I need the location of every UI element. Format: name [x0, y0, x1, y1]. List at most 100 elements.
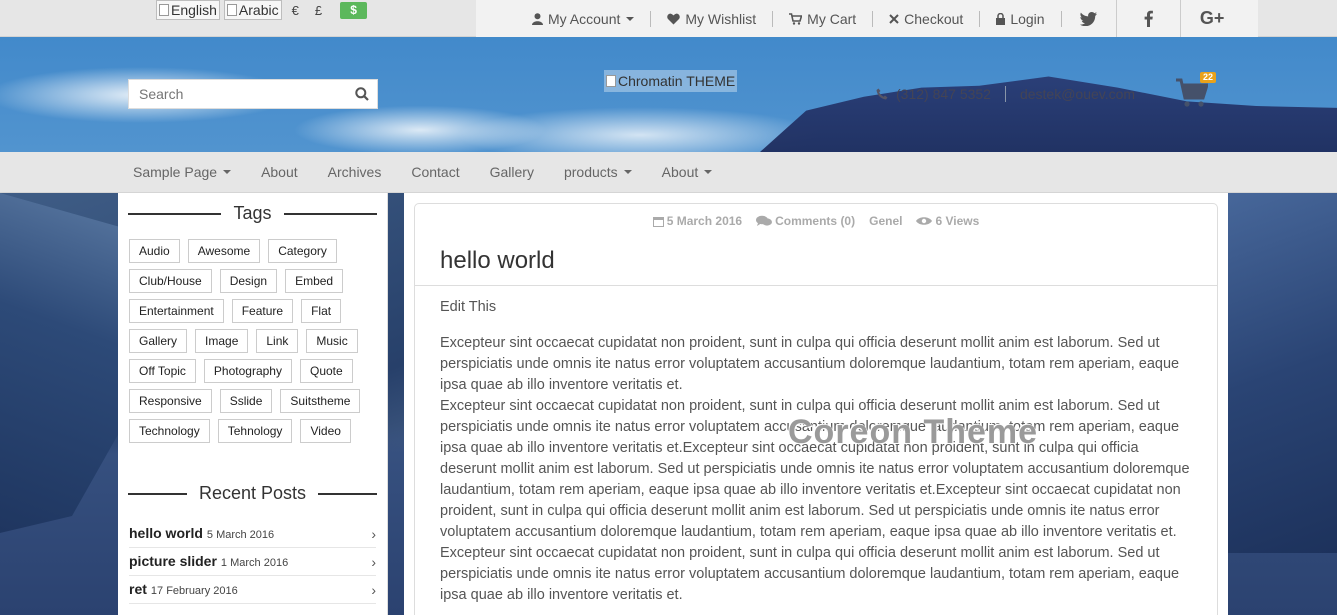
twitter-icon	[1080, 11, 1098, 26]
nav-item-archives[interactable]: Archives	[313, 164, 397, 180]
tag-link[interactable]: Design	[219, 269, 278, 293]
tag-link[interactable]: Off Topic	[129, 359, 196, 383]
tag-link[interactable]: Technology	[129, 419, 210, 443]
search-icon	[355, 87, 369, 101]
recent-post-date: 5 March 2016	[206, 528, 275, 541]
phone-icon	[876, 88, 888, 100]
tag-link[interactable]: Category	[268, 239, 337, 263]
currency-dollar-button[interactable]: $	[340, 1, 368, 19]
recent-posts-title: Recent Posts	[198, 483, 307, 503]
recent-post-item[interactable]: hello world 5 March 2016 ›	[129, 520, 376, 548]
language-english-link[interactable]: English	[156, 0, 220, 20]
broken-image-icon	[226, 4, 237, 16]
currency-pound-link[interactable]: £	[315, 3, 322, 18]
tag-link[interactable]: Image	[195, 329, 249, 353]
chevron-right-icon: ›	[371, 553, 376, 570]
language-arabic-link[interactable]: Arabic	[223, 0, 282, 20]
tag-link[interactable]: Photography	[203, 359, 292, 383]
tags-widget-title: Tags	[128, 203, 377, 224]
recent-post-date: 1 March 2016	[220, 556, 289, 569]
post-title: hello world	[440, 247, 555, 274]
checkout-label: Checkout	[904, 10, 964, 27]
main-content: 5 March 2016 Comments (0) Genel 6 Views …	[404, 193, 1228, 615]
my-account-label: My Account	[548, 10, 621, 27]
account-nav: My Account My Wishlist My Cart Checkout …	[476, 0, 1258, 37]
post-paragraph: Excepteur sint occaecat cupidatat non pr…	[440, 398, 1190, 540]
tag-link[interactable]: Entertainment	[129, 299, 224, 323]
top-bar: English Arabic € £ $ My Account My Wishl…	[0, 0, 1337, 37]
phone-number: (312) 847 5352	[896, 86, 991, 102]
search-input[interactable]	[129, 80, 347, 108]
post-views-text: 6 Views	[935, 214, 980, 228]
post-comments-link[interactable]: Comments (0)	[756, 214, 855, 228]
chevron-right-icon: ›	[371, 525, 376, 542]
nav-item-contact[interactable]: Contact	[396, 164, 474, 180]
title-rule	[128, 212, 222, 215]
language-arabic-label: Arabic	[238, 2, 279, 18]
tag-link[interactable]: Embed	[285, 269, 344, 293]
nav-item-about[interactable]: About	[246, 164, 313, 180]
broken-image-icon	[159, 4, 169, 16]
email-link[interactable]: destek@ouev.com	[1020, 86, 1135, 102]
my-wishlist-link[interactable]: My Wishlist	[651, 10, 774, 27]
tag-link[interactable]: Video	[300, 419, 351, 443]
tag-link[interactable]: Gallery	[129, 329, 188, 353]
tag-link[interactable]: Awesome	[187, 239, 261, 263]
nav-item-label: products	[563, 164, 618, 180]
language-english-label: English	[171, 2, 217, 18]
post-date: 5 March 2016	[652, 214, 742, 228]
my-wishlist-label: My Wishlist	[685, 10, 757, 27]
cart-icon	[789, 12, 803, 25]
lock-icon	[996, 12, 1006, 25]
header-contact: (312) 847 5352 destek@ouev.com	[876, 86, 1135, 102]
recent-post-item[interactable]: picture slider 1 March 2016 ›	[129, 548, 376, 576]
tag-link[interactable]: Quote	[299, 359, 353, 383]
google-plus-link[interactable]: G+	[1179, 0, 1244, 37]
nav-item-label: About	[661, 164, 699, 180]
my-cart-link[interactable]: My Cart	[773, 10, 874, 27]
tag-link[interactable]: Tehnology	[217, 419, 293, 443]
comments-icon	[756, 215, 773, 226]
nav-item-label: Gallery	[489, 164, 534, 180]
my-cart-label: My Cart	[807, 10, 857, 27]
nav-item-about-dropdown[interactable]: About	[647, 164, 728, 180]
chevron-right-icon: ›	[371, 581, 376, 598]
user-icon	[532, 12, 543, 25]
checkout-link[interactable]: Checkout	[873, 10, 981, 27]
tag-link[interactable]: Responsive	[129, 389, 212, 413]
header-cart-button[interactable]: 22	[1176, 72, 1217, 108]
tag-link[interactable]: Suitstheme	[280, 389, 361, 413]
tag-link[interactable]: Music	[306, 329, 358, 353]
nav-item-gallery[interactable]: Gallery	[475, 164, 549, 180]
recent-post-item[interactable]: ret 17 February 2016 ›	[129, 576, 376, 604]
tag-link[interactable]: Feature	[231, 299, 294, 323]
facebook-link[interactable]	[1115, 0, 1180, 37]
twitter-link[interactable]	[1062, 0, 1116, 37]
nav-item-sample-page[interactable]: Sample Page	[118, 164, 246, 180]
nav-item-label: Archives	[327, 164, 382, 180]
tag-link[interactable]: Audio	[129, 239, 180, 263]
site-logo[interactable]: Chromatin THEME	[604, 70, 738, 92]
post-category-link[interactable]: Genel	[869, 214, 902, 228]
recent-posts-list: hello world 5 March 2016 › picture slider…	[118, 520, 387, 604]
calendar-icon	[652, 216, 664, 227]
google-plus-icon: G+	[1199, 8, 1225, 28]
nav-item-label: About	[261, 164, 298, 180]
title-rule	[283, 212, 377, 215]
background-mountain-right	[1228, 193, 1337, 553]
contact-divider	[1004, 86, 1006, 102]
edit-post-link[interactable]: Edit This	[440, 297, 1192, 318]
post-card: 5 March 2016 Comments (0) Genel 6 Views …	[414, 203, 1218, 615]
tag-link[interactable]: Link	[256, 329, 299, 353]
my-account-link[interactable]: My Account	[516, 10, 652, 27]
cart-count-badge: 22	[1200, 72, 1217, 83]
tag-link[interactable]: Club/House	[129, 269, 212, 293]
chevron-down-icon	[626, 16, 635, 21]
nav-item-products[interactable]: products	[549, 164, 647, 180]
logo-alt-text: Chromatin THEME	[618, 73, 736, 89]
currency-euro-link[interactable]: €	[292, 3, 299, 18]
login-link[interactable]: Login	[980, 10, 1062, 27]
tag-link[interactable]: Flat	[301, 299, 342, 323]
search-button[interactable]	[347, 87, 377, 101]
tag-link[interactable]: Sslide	[219, 389, 273, 413]
